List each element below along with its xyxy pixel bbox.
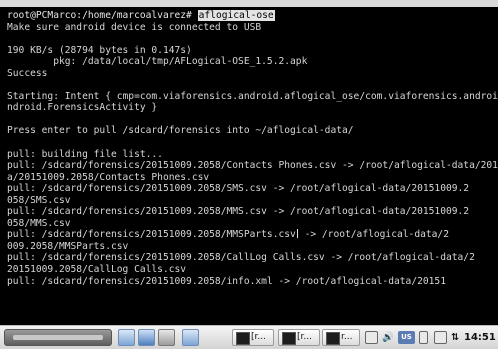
terminal-icon [326, 332, 340, 345]
keyboard-layout-badge[interactable]: US [398, 331, 415, 344]
output-line: Press enter to pull /sdcard/forensics in… [7, 125, 354, 137]
output-line: 009.2058/MMSParts.csv [7, 240, 129, 252]
text-cursor-icon [296, 229, 298, 239]
clock[interactable]: 14:51 [464, 329, 496, 346]
monitor-icon[interactable] [365, 331, 378, 344]
taskbar-button-label: [r... [251, 332, 266, 342]
output-line: Success [7, 67, 48, 79]
output-line: pull: /sdcard/forensics/20151009.2058/Co… [7, 160, 498, 172]
output-line: 058/MMS.csv [7, 217, 71, 229]
output-line: 20151009.2058/CallLog Calls.csv [7, 264, 187, 276]
battery-icon [419, 331, 428, 344]
output-line: a/20151009.2058/Contacts Phones.csv [7, 171, 210, 183]
output-text: pull: /sdcard/forensics/20151009.2058/MM… [7, 229, 296, 241]
output-line: pull: /sdcard/forensics/20151009.2058/MM… [7, 229, 498, 241]
taskbar: [r... [r... r... 🔊 US ⇅ 14:51 [0, 325, 498, 349]
terminal-output: root@PCMarco:/home/marcoalvarez# aflogic… [7, 10, 498, 287]
output-line: pkg: /data/local/tmp/AFLogical-OSE_1.5.2… [7, 56, 308, 68]
window-top-strip [0, 0, 498, 7]
show-desktop-icon[interactable] [182, 329, 199, 346]
output-line: pull: building file list... [7, 148, 163, 160]
prompt-line: root@PCMarco:/home/marcoalvarez# aflogic… [7, 10, 498, 22]
taskbar-terminal-button-3[interactable]: r... [322, 329, 360, 346]
output-line: ndroid.ForensicsActivity } [7, 102, 158, 114]
output-line: pull: /sdcard/forensics/20151009.2058/Ca… [7, 252, 475, 264]
taskbar-terminal-button-1[interactable]: [r... [232, 329, 274, 346]
terminal-icon [236, 332, 250, 345]
output-line: pull: /sdcard/forensics/20151009.2058/in… [7, 275, 446, 287]
shell-prompt: root@PCMarco:/home/marcoalvarez# [7, 10, 192, 21]
output-line: 190 KB/s (28794 bytes in 0.147s) [7, 44, 192, 56]
output-line: Make sure android device is connected to… [7, 21, 262, 33]
workspace-icon[interactable] [138, 329, 155, 346]
desktop-icon[interactable] [158, 329, 175, 346]
output-line: 058/SMS.csv [7, 194, 71, 206]
terminal-icon [282, 332, 296, 345]
start-menu-button[interactable] [4, 329, 112, 346]
network-icon[interactable]: ⇅ [451, 329, 459, 346]
output-line: Starting: Intent { cmp=com.viaforensics.… [7, 90, 498, 102]
taskbar-button-label: r... [341, 332, 353, 342]
taskbar-button-label: [r... [297, 332, 312, 342]
file-manager-icon[interactable] [118, 329, 135, 346]
volume-icon[interactable]: 🔊 [382, 329, 394, 346]
taskbar-terminal-button-2[interactable]: [r... [278, 329, 320, 346]
output-line: pull: /sdcard/forensics/20151009.2058/MM… [7, 206, 470, 218]
keyboard-icon[interactable] [434, 331, 447, 344]
typed-command: aflogical-ose [197, 10, 275, 21]
output-text: -> /root/aflogical-data/2 [298, 229, 449, 241]
output-line: pull: /sdcard/forensics/20151009.2058/SM… [7, 183, 470, 195]
terminal-window[interactable]: root@PCMarco:/home/marcoalvarez# aflogic… [0, 7, 498, 325]
